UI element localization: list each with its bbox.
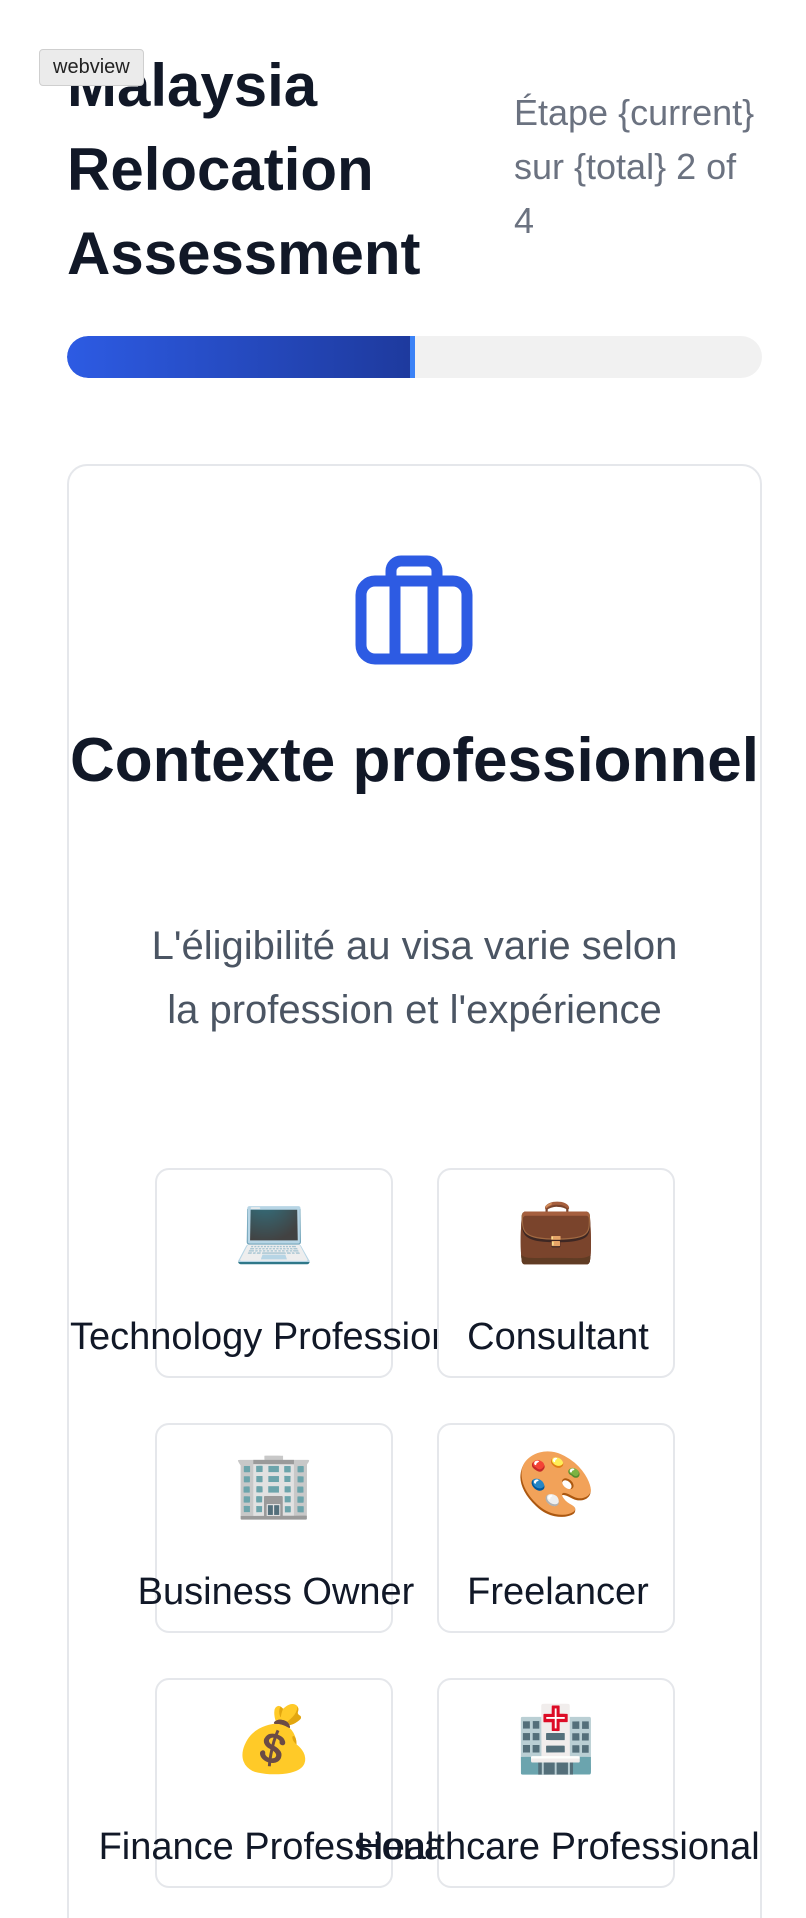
section-subtext: L'éligibilité au visa varie selon la pro… — [151, 924, 678, 1032]
webview-tag: webview — [39, 49, 144, 86]
laptop-icon: 💻 — [234, 1193, 314, 1265]
step-indicator: Étape {current} sur {total} 2 of 4 — [514, 92, 755, 241]
money-bag-icon: 💰 — [234, 1703, 314, 1775]
progress-bar-fill — [67, 336, 415, 378]
option-label: Healthcare Professional — [356, 1826, 760, 1868]
artist-palette-icon: 🎨 — [516, 1448, 596, 1520]
section-heading: Contexte professionnel — [70, 726, 759, 795]
page: webview Malaysia Relocation Assessment É… — [0, 0, 806, 1918]
briefcase-icon — [355, 555, 473, 665]
option-consultant[interactable]: 💼 Consultant — [437, 1168, 675, 1378]
option-freelancer[interactable]: 🎨 Freelancer — [437, 1423, 675, 1633]
option-healthcare-professional[interactable]: 🏥 Healthcare Professional — [356, 1678, 760, 1888]
briefcase-icon: 💼 — [516, 1193, 596, 1265]
option-label: Consultant — [467, 1316, 649, 1358]
progress-bar — [67, 336, 762, 378]
office-building-icon: 🏢 — [234, 1448, 314, 1520]
hospital-icon: 🏥 — [516, 1703, 596, 1775]
option-label: Freelancer — [467, 1571, 649, 1613]
